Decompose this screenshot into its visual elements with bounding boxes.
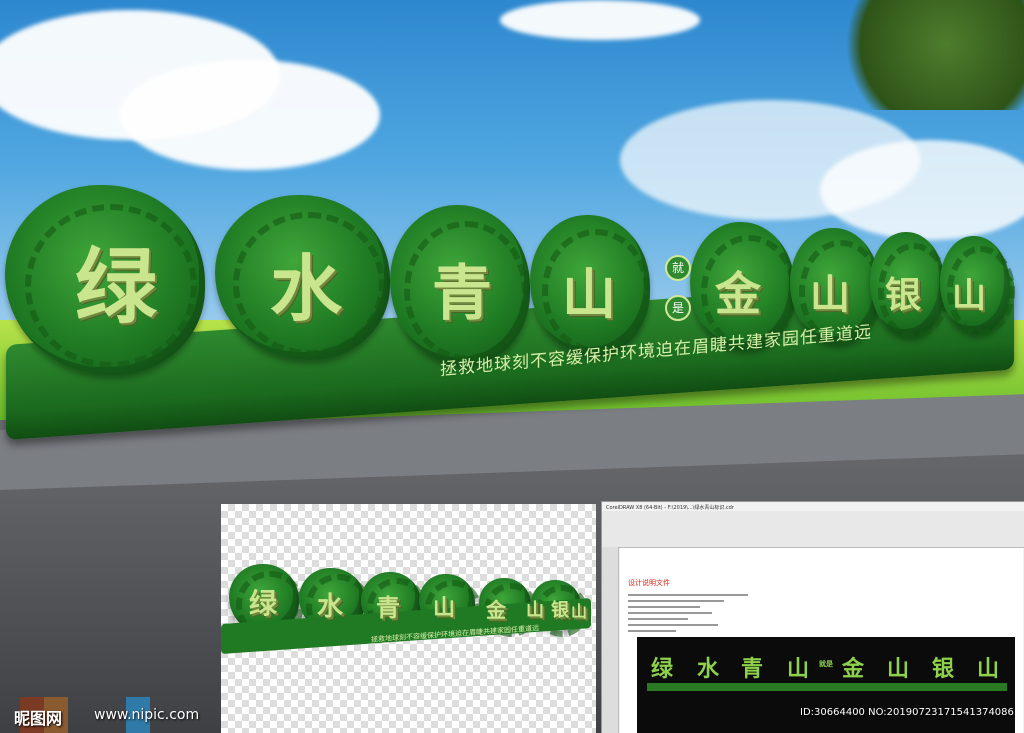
dark-character: 金 [842, 657, 865, 682]
dark-artboard: 绿 水 青 山 就是 金 山 银 山 [637, 637, 1015, 733]
dark-character: 绿 [651, 657, 674, 682]
design-title: 设计说明文件 [628, 579, 670, 587]
toolbox[interactable] [602, 547, 619, 733]
window-title: CorelDRAW X8 (64-Bit) - F:\2019\...\绿水青山… [606, 505, 734, 511]
cloud [500, 0, 700, 40]
connector-badge: 就 [665, 255, 691, 281]
toolbar[interactable] [602, 511, 1024, 548]
sign-character: 水 [270, 247, 343, 331]
preview-character: 金 [486, 598, 506, 622]
dark-character: 山 [787, 657, 810, 682]
dark-character: 水 [697, 657, 720, 682]
design-notes [628, 590, 748, 636]
scene: 绿 水 青 山 就 是 金 山 银 山 拯救地球刻不容缓保护环境迫在眉睫共建家园… [0, 0, 1024, 733]
dark-character: 青 [741, 657, 764, 682]
preview-character: 山 [526, 600, 544, 621]
sign-character: 山 [952, 276, 986, 316]
cloud [120, 60, 380, 170]
tree-foliage [820, 0, 1024, 110]
preview-character: 绿 [249, 587, 278, 620]
dark-base [647, 683, 1007, 691]
sign-character: 金 [715, 267, 761, 321]
transparent-preview-panel: 绿 水 青 山 金 山 银 山 拯救地球刻不容缓保护环境迫在眉睫共建家园任重道远 [221, 504, 596, 733]
sign-character: 山 [562, 263, 616, 326]
connector-badge: 是 [665, 295, 691, 321]
preview-character: 银 [551, 600, 569, 621]
cloud [820, 140, 1024, 240]
dark-character: 山 [977, 657, 1000, 682]
preview-character: 青 [376, 594, 400, 622]
sign-character: 山 [810, 272, 850, 318]
sign-character: 青 [432, 259, 492, 329]
sign-character: 绿 [75, 240, 158, 335]
preview-character: 山 [571, 602, 588, 621]
dark-character: 山 [887, 657, 910, 682]
watermark-id: ID:30664400 NO:20190723171541374086 [800, 707, 1014, 718]
watermark-url: www.nipic.com [94, 707, 200, 723]
preview-character: 山 [433, 596, 456, 621]
sign-character: 银 [885, 275, 922, 316]
preview-character: 水 [317, 592, 344, 622]
watermark-logo: 昵图网 [14, 709, 63, 728]
dark-character: 银 [932, 657, 955, 682]
dark-connector: 就是 [819, 660, 833, 668]
